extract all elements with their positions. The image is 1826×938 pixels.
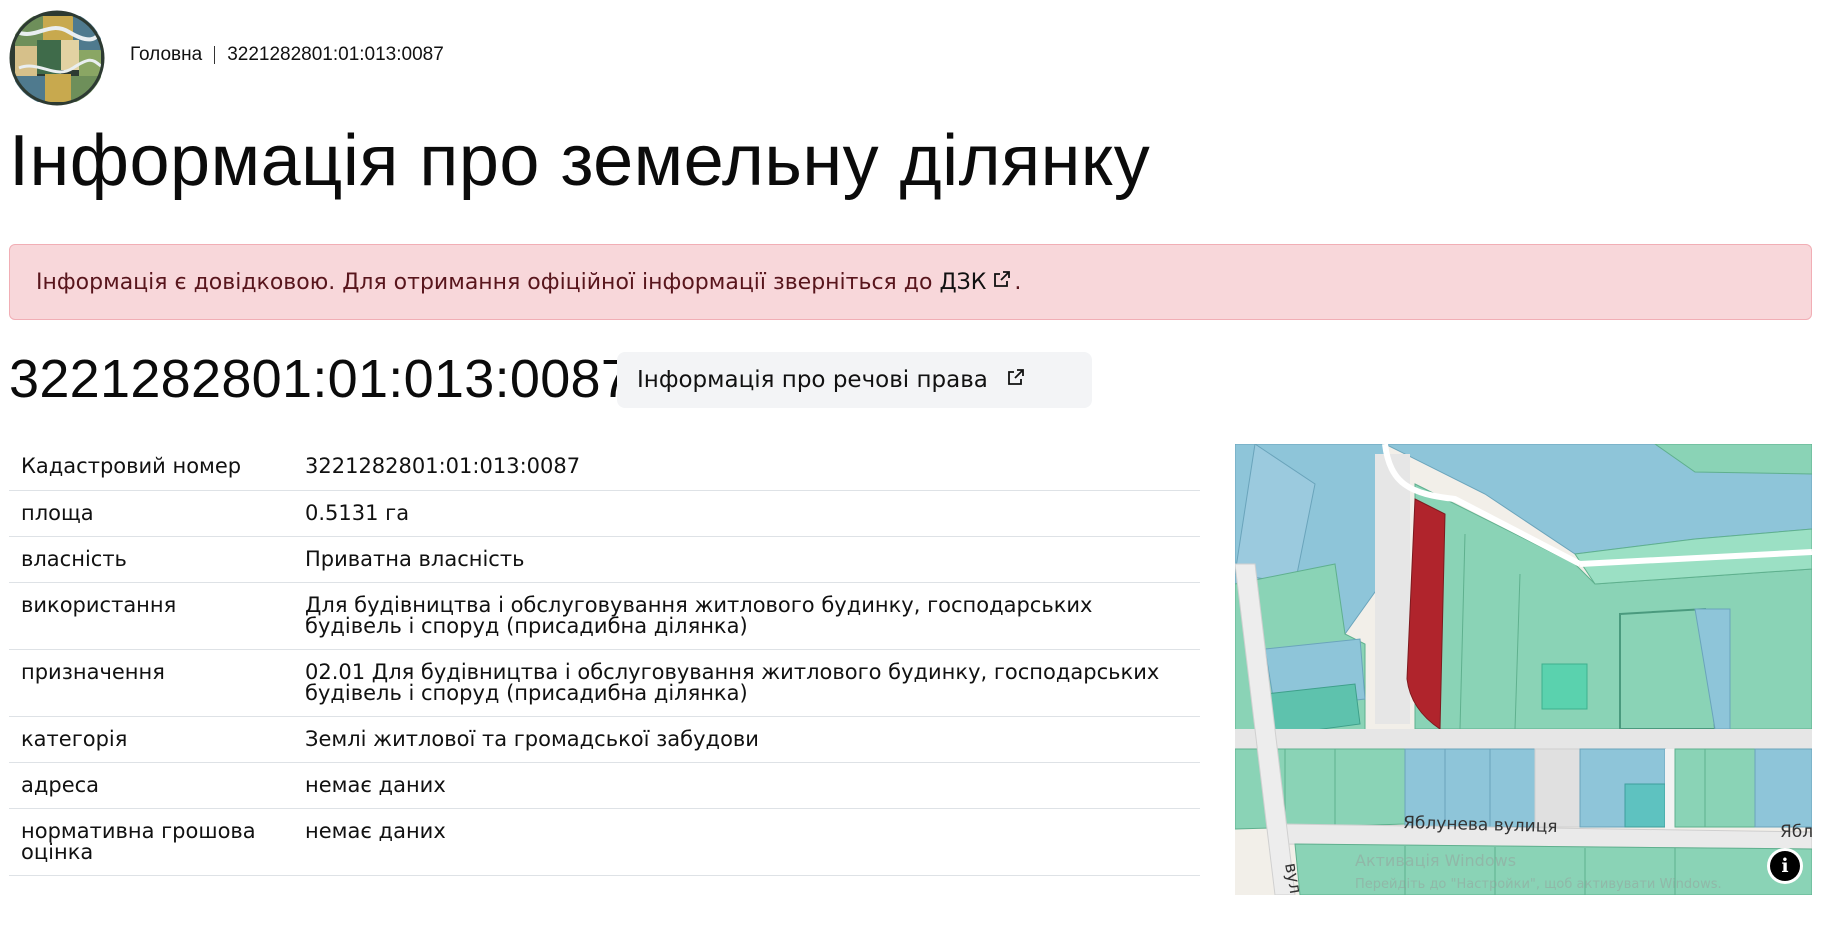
windows-activation-watermark: Активація Windows Перейдіть до "Настройк… xyxy=(1355,849,1722,895)
alert-text: Інформація є довідковою. Для отримання о… xyxy=(36,269,933,295)
row-value: Для будівництва і обслуговування житлово… xyxy=(293,582,1200,650)
map-parcel xyxy=(1624,783,1666,828)
page-title: Інформація про земельну ділянку xyxy=(9,121,1151,201)
watermark-subtitle: Перейдіть до "Настройки", щоб активувати… xyxy=(1355,877,1722,892)
parcel-info-table: Кадастровий номер 3221282801:01:013:0087… xyxy=(9,444,1200,876)
table-row: власність Приватна власність xyxy=(9,536,1200,583)
row-key: адреса xyxy=(9,762,293,809)
row-value: 3221282801:01:013:0087 xyxy=(293,444,1200,491)
alert-end: . xyxy=(1014,269,1022,295)
street-label: Яблунева вулиця xyxy=(1403,813,1558,837)
row-value: 0.5131 га xyxy=(293,490,1200,537)
cadastral-number-title: 3221282801:01:013:0087 xyxy=(9,349,632,409)
external-link-icon xyxy=(1006,367,1026,393)
row-key: площа xyxy=(9,490,293,537)
site-logo[interactable] xyxy=(9,10,105,106)
row-key: призначення xyxy=(9,649,293,717)
table-row: категорія Землі житлової та громадської … xyxy=(9,716,1200,763)
row-value: Приватна власність xyxy=(293,536,1200,583)
map-road xyxy=(1375,454,1410,724)
external-link-icon[interactable] xyxy=(992,269,1012,295)
table-row: адреса немає даних xyxy=(9,762,1200,809)
table-row: площа 0.5131 га xyxy=(9,490,1200,537)
map-road xyxy=(1235,729,1812,749)
map-road xyxy=(1534,748,1581,828)
breadcrumb: Головна 3221282801:01:013:0087 xyxy=(130,44,444,66)
street-label-right: Ябл xyxy=(1780,822,1812,842)
table-row: нормативна грошова оцінка немає даних xyxy=(9,808,1200,876)
row-value: 02.01 Для будівництва і обслуговування ж… xyxy=(293,649,1200,717)
row-key: Кадастровий номер xyxy=(9,444,293,491)
map-parcel xyxy=(1674,748,1756,828)
map-parcel xyxy=(1754,748,1812,828)
parcel-map[interactable]: Яблунева вулиця Ябл вул Активація Window… xyxy=(1235,444,1812,895)
map-building xyxy=(1541,663,1588,710)
watermark-title: Активація Windows xyxy=(1355,851,1517,870)
map-road xyxy=(1665,749,1675,839)
row-key: категорія xyxy=(9,716,293,763)
row-value: Землі житлової та громадської забудови xyxy=(293,716,1200,763)
dzk-link[interactable]: ДЗК xyxy=(939,270,986,295)
row-value: немає даних xyxy=(293,762,1200,809)
table-row: Кадастровий номер 3221282801:01:013:0087 xyxy=(9,444,1200,491)
breadcrumb-current: 3221282801:01:013:0087 xyxy=(227,44,444,65)
row-key: власність xyxy=(9,536,293,583)
row-value: немає даних xyxy=(293,808,1200,876)
info-alert: Інформація є довідковою. Для отримання о… xyxy=(9,244,1812,320)
row-key: використання xyxy=(9,582,293,650)
table-row: використання Для будівництва і обслугову… xyxy=(9,582,1200,650)
info-icon[interactable]: i xyxy=(1770,851,1800,881)
property-rights-label: Інформація про речові права xyxy=(637,367,988,393)
property-rights-button[interactable]: Інформація про речові права xyxy=(617,352,1092,408)
breadcrumb-separator xyxy=(214,46,216,64)
table-row: призначення 02.01 Для будівництва і обсл… xyxy=(9,649,1200,717)
breadcrumb-home-link[interactable]: Головна xyxy=(130,44,202,66)
row-key: нормативна грошова оцінка xyxy=(9,808,293,876)
